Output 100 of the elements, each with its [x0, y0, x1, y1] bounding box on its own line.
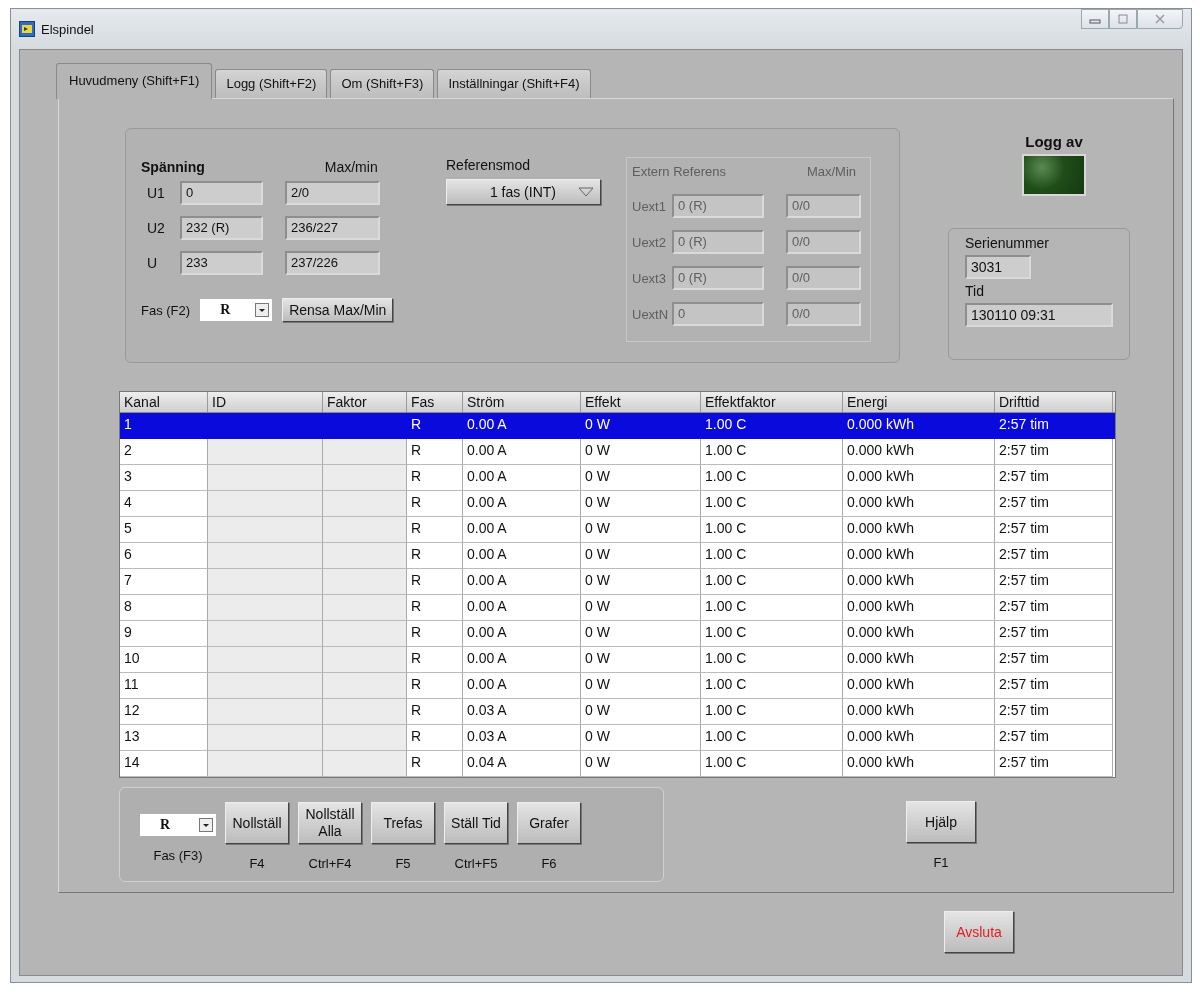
- table-cell: R: [407, 725, 463, 751]
- table-row[interactable]: 1 R 0.00 A 0 W 1.00 C 0.000 kWh 2:57 tim: [120, 413, 1115, 439]
- column-header[interactable]: Faktor: [323, 392, 407, 412]
- column-header[interactable]: Energi: [843, 392, 995, 412]
- table-cell: 0 W: [581, 751, 701, 777]
- serial-field: 3031: [965, 255, 1031, 279]
- table-cell: 0.000 kWh: [843, 673, 995, 699]
- column-header[interactable]: Effekt: [581, 392, 701, 412]
- table-cell: R: [407, 699, 463, 725]
- table-cell: R: [407, 595, 463, 621]
- column-header[interactable]: ID: [208, 392, 323, 412]
- field-label: U: [147, 254, 159, 271]
- table-row[interactable]: 2 R 0.00 A 0 W 1.00 C 0.000 kWh 2:57 tim: [120, 439, 1115, 465]
- table-cell: R: [407, 673, 463, 699]
- table-row[interactable]: 10 R 0.00 A 0 W 1.00 C 0.000 kWh 2:57 tim: [120, 647, 1115, 673]
- maxmin-field: 0/0: [786, 302, 861, 326]
- table-cell: 0.00 A: [463, 673, 581, 699]
- table-cell: R: [407, 491, 463, 517]
- phase-selector[interactable]: R: [140, 814, 216, 836]
- table-cell: 1.00 C: [701, 751, 843, 777]
- reference-field: 0 (R): [672, 194, 764, 218]
- table-cell: 0 W: [581, 517, 701, 543]
- table-cell: 2:57 tim: [995, 751, 1113, 777]
- tab[interactable]: Huvudmeny (Shift+F1): [56, 63, 213, 99]
- table-cell: 0.00 A: [463, 517, 581, 543]
- field-label: Uext3: [632, 270, 667, 286]
- table-cell: 2:57 tim: [995, 439, 1113, 465]
- column-header[interactable]: Drifttid: [995, 392, 1113, 412]
- maxmin-field: 236/227: [285, 215, 380, 240]
- table-cell: 0.000 kWh: [843, 647, 995, 673]
- table-cell: R: [407, 621, 463, 647]
- table-row[interactable]: 3 R 0.00 A 0 W 1.00 C 0.000 kWh 2:57 tim: [120, 465, 1115, 491]
- table-row[interactable]: 7 R 0.00 A 0 W 1.00 C 0.000 kWh 2:57 tim: [120, 569, 1115, 595]
- help-button[interactable]: Hjälp: [906, 801, 976, 843]
- reference-field: 0 (R): [672, 266, 764, 290]
- table-cell: 0.000 kWh: [843, 491, 995, 517]
- voltage-field: 0: [180, 180, 263, 205]
- voltage-field: 232 (R): [180, 215, 263, 240]
- field-label: Fas (F2): [141, 302, 191, 318]
- table-cell: R: [407, 569, 463, 595]
- table-row[interactable]: 12 R 0.03 A 0 W 1.00 C 0.000 kWh 2:57 tim: [120, 699, 1115, 725]
- table-cell: 0 W: [581, 439, 701, 465]
- clear-button[interactable]: Rensa Max/Min: [282, 298, 394, 322]
- reference-field: 0 (R): [672, 230, 764, 254]
- table-row[interactable]: 5 R 0.00 A 0 W 1.00 C 0.000 kWh 2:57 tim: [120, 517, 1115, 543]
- table-cell: 0.000 kWh: [843, 595, 995, 621]
- tab[interactable]: Logg (Shift+F2): [215, 69, 328, 98]
- maxmin-field: 237/226: [285, 250, 380, 275]
- time-field: 130110 09:31: [965, 303, 1113, 327]
- table-cell: 0.000 kWh: [843, 725, 995, 751]
- table-cell: 2:57 tim: [995, 699, 1113, 725]
- table-cell: 0.000 kWh: [843, 517, 995, 543]
- action-button[interactable]: Ställ Tid: [444, 802, 508, 844]
- table-cell: 1.00 C: [701, 621, 843, 647]
- field-label: Tid: [965, 283, 984, 299]
- table-cell: 0 W: [581, 491, 701, 517]
- action-button[interactable]: Trefas: [371, 802, 435, 844]
- maximize-button[interactable]: [1109, 9, 1137, 29]
- column-header[interactable]: Ström: [463, 392, 581, 412]
- voltage-field: 233: [180, 250, 263, 275]
- field-label: UextN: [632, 306, 670, 322]
- column-header[interactable]: Fas: [407, 392, 463, 412]
- tab[interactable]: Inställningar (Shift+F4): [437, 69, 591, 98]
- table-cell: 0 W: [581, 595, 701, 621]
- dropdown-icon: [255, 303, 270, 317]
- table-row[interactable]: 8 R 0.00 A 0 W 1.00 C 0.000 kWh 2:57 tim: [120, 595, 1115, 621]
- table-cell: 0.03 A: [463, 699, 581, 725]
- column-header[interactable]: Kanal: [120, 392, 208, 412]
- table-cell: 0 W: [581, 569, 701, 595]
- table-cell: 2:57 tim: [995, 673, 1113, 699]
- tab[interactable]: Om (Shift+F3): [330, 69, 435, 98]
- table-cell: 0 W: [581, 543, 701, 569]
- caret-icon: [578, 187, 594, 197]
- close-button[interactable]: [1137, 9, 1183, 29]
- table-row[interactable]: 13 R 0.03 A 0 W 1.00 C 0.000 kWh 2:57 tim: [120, 725, 1115, 751]
- action-button[interactable]: Grafer: [517, 802, 581, 844]
- table-cell: R: [407, 543, 463, 569]
- table-cell: 1.00 C: [701, 569, 843, 595]
- table-cell: 2:57 tim: [995, 569, 1113, 595]
- table-row[interactable]: 4 R 0.00 A 0 W 1.00 C 0.000 kWh 2:57 tim: [120, 491, 1115, 517]
- action-button[interactable]: Nollställ: [225, 802, 289, 844]
- table-row[interactable]: 14 R 0.04 A 0 W 1.00 C 0.000 kWh 2:57 tim: [120, 751, 1115, 777]
- table-cell: 0 W: [581, 725, 701, 751]
- table-cell: 0.00 A: [463, 543, 581, 569]
- reference-mode-dropdown[interactable]: 1 fas (INT): [446, 179, 601, 205]
- field-label: U2: [147, 219, 166, 236]
- table-row[interactable]: 6 R 0.00 A 0 W 1.00 C 0.000 kWh 2:57 tim: [120, 543, 1115, 569]
- column-label: Max/min: [324, 159, 378, 175]
- action-button[interactable]: Nollställ Alla: [298, 802, 362, 844]
- table-cell: 0 W: [581, 621, 701, 647]
- phase-selector[interactable]: R: [200, 299, 273, 321]
- minimize-button[interactable]: [1081, 9, 1109, 29]
- table-cell: R: [407, 439, 463, 465]
- table-row[interactable]: 9 R 0.00 A 0 W 1.00 C 0.000 kWh 2:57 tim: [120, 621, 1115, 647]
- table-cell: 0.000 kWh: [843, 621, 995, 647]
- column-header[interactable]: Effektfaktor: [701, 392, 843, 412]
- table-cell: 0.000 kWh: [843, 439, 995, 465]
- table-cell: 0 W: [581, 465, 701, 491]
- table-cell: 0.00 A: [463, 491, 581, 517]
- table-row[interactable]: 11 R 0.00 A 0 W 1.00 C 0.000 kWh 2:57 tim: [120, 673, 1115, 699]
